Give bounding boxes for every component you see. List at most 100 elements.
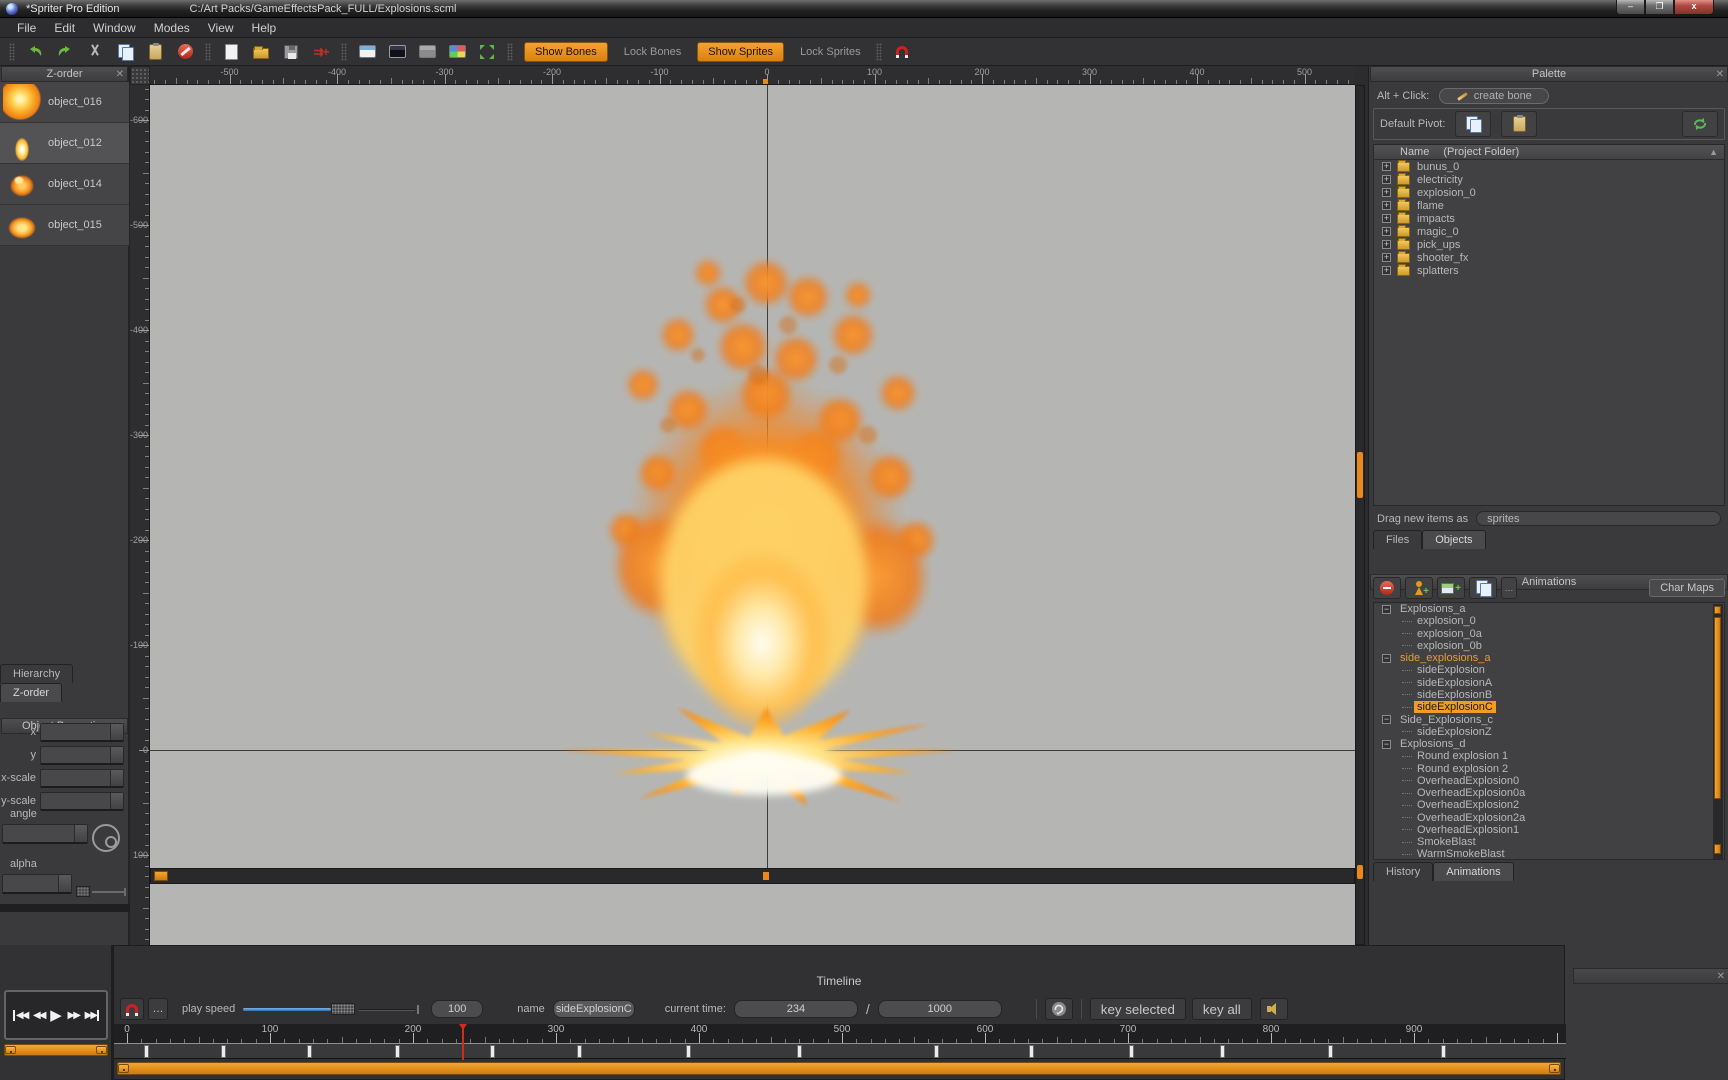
keyframe-marker[interactable] — [490, 1045, 495, 1058]
close-icon[interactable]: ✕ — [1717, 970, 1725, 983]
animation-item-SmokeBlast[interactable]: SmokeBlast — [1374, 836, 1724, 848]
canvas-horizontal-scrollbar[interactable] — [150, 868, 1355, 884]
total-time-field[interactable]: 1000 — [878, 1000, 1002, 1018]
lock-bones-button[interactable]: Lock Bones — [614, 46, 691, 58]
animation-item-Round explosion 1[interactable]: Round explosion 1 — [1374, 750, 1724, 762]
folder-row-pick_ups[interactable]: +pick_ups — [1374, 238, 1724, 251]
zorder-panel-header[interactable]: Z-order ✕ — [1, 66, 128, 82]
rewind-button[interactable]: ◀◀ — [33, 1010, 44, 1021]
delete-button[interactable] — [172, 41, 198, 63]
animations-scrollbar[interactable] — [1713, 604, 1723, 860]
current-time-field[interactable]: 234 — [734, 1000, 858, 1018]
skip-to-end-button[interactable]: ▶▶ — [85, 1010, 100, 1021]
playhead[interactable] — [462, 1024, 464, 1060]
animation-item-OverheadExplosion0a[interactable]: OverheadExplosion0a — [1374, 787, 1724, 799]
animation-group-Explosions_a[interactable]: −Explosions_a — [1374, 603, 1724, 615]
collapse-minus-icon[interactable]: − — [1382, 715, 1391, 724]
close-icon[interactable]: ✕ — [1716, 68, 1724, 81]
keyframe-marker[interactable] — [1129, 1045, 1134, 1058]
keyframe-marker[interactable] — [307, 1045, 312, 1058]
tab-animations[interactable]: Animations — [1433, 862, 1513, 881]
animation-item-OverheadExplosion1[interactable]: OverheadExplosion1 — [1374, 824, 1724, 836]
scrollbar-handle[interactable] — [1357, 452, 1363, 498]
toolbar-grip[interactable] — [876, 43, 882, 61]
toolbar-grip[interactable] — [507, 43, 513, 61]
keyframe-marker[interactable] — [1029, 1045, 1034, 1058]
animation-item-Round explosion 2[interactable]: Round explosion 2 — [1374, 762, 1724, 774]
tab-objects[interactable]: Objects — [1422, 530, 1485, 549]
keyframe-marker[interactable] — [1328, 1045, 1333, 1058]
animation-item-explosion_0a[interactable]: explosion_0a — [1374, 628, 1724, 640]
animation-group-side_explosions_a[interactable]: −side_explosions_a — [1374, 652, 1724, 664]
keyframe-marker[interactable] — [1220, 1045, 1225, 1058]
animation-item-OverheadExplosion2[interactable]: OverheadExplosion2 — [1374, 799, 1724, 811]
import-button[interactable]: ⇉+ — [308, 41, 334, 63]
play-speed-slider[interactable] — [243, 1002, 423, 1016]
save-button[interactable] — [278, 41, 304, 63]
delete-animation-button[interactable] — [1373, 577, 1401, 599]
tab-history[interactable]: History — [1373, 862, 1433, 881]
snapping-button[interactable] — [889, 41, 915, 63]
keyframe-marker[interactable] — [395, 1045, 400, 1058]
pivot-copy-button[interactable] — [1455, 111, 1491, 137]
x-input[interactable] — [40, 723, 124, 742]
animation-item-explosion_0b[interactable]: explosion_0b — [1374, 640, 1724, 652]
expand-plus-icon[interactable]: + — [1382, 266, 1391, 275]
animation-item-OverheadExplosion2a[interactable]: OverheadExplosion2a — [1374, 812, 1724, 824]
cut-button[interactable] — [82, 41, 108, 63]
close-button[interactable]: x — [1674, 0, 1714, 15]
expand-plus-icon[interactable]: + — [1382, 162, 1391, 171]
animation-item-OverheadExplosion0[interactable]: OverheadExplosion0 — [1374, 775, 1724, 787]
sound-button[interactable] — [1260, 998, 1288, 1020]
toolbar-grip[interactable] — [9, 43, 15, 61]
layout-4-button[interactable] — [444, 41, 470, 63]
toolbar-grip[interactable] — [205, 43, 211, 61]
collapse-minus-icon[interactable]: − — [1382, 605, 1391, 614]
key-all-button[interactable]: key all — [1192, 998, 1252, 1020]
new-file-button[interactable] — [218, 41, 244, 63]
tab-files[interactable]: Files — [1373, 530, 1422, 549]
menu-window[interactable]: Window — [84, 19, 145, 37]
animation-item-sideExplosionB[interactable]: sideExplosionB — [1374, 689, 1724, 701]
angle-input[interactable] — [2, 824, 88, 844]
expand-plus-icon[interactable]: + — [1382, 188, 1391, 197]
timeline-scrollbar[interactable] — [117, 1062, 1561, 1075]
scrollbar-corner[interactable] — [1357, 865, 1363, 879]
drag-items-select[interactable]: sprites — [1476, 511, 1721, 526]
animation-group-Side_Explosions_c[interactable]: −Side_Explosions_c — [1374, 713, 1724, 725]
menu-file[interactable]: File — [8, 19, 45, 37]
scrollbar-button[interactable] — [1714, 844, 1721, 854]
animation-item-sideExplosionC[interactable]: sideExplosionC — [1374, 701, 1724, 713]
collapse-minus-icon[interactable]: − — [1382, 654, 1391, 663]
fast-forward-button[interactable]: ▶▶ — [68, 1010, 79, 1021]
collapsed-panel-header[interactable]: ✕ — [1573, 968, 1728, 984]
keyframe-marker[interactable] — [686, 1045, 691, 1058]
create-bone-button[interactable]: create bone — [1439, 88, 1549, 104]
show-sprites-button[interactable]: Show Sprites — [697, 42, 784, 62]
zorder-row[interactable]: object_015 — [0, 205, 129, 246]
y-input[interactable] — [40, 746, 124, 765]
chevron-up-icon[interactable]: ▲ — [1709, 147, 1718, 157]
scene-canvas[interactable] — [150, 85, 1355, 945]
folder-row-splatters[interactable]: +splatters — [1374, 264, 1724, 277]
zorder-row[interactable]: object_012 — [0, 123, 129, 164]
animation-item-sideExplosionA[interactable]: sideExplosionA — [1374, 677, 1724, 689]
expand-plus-icon[interactable]: + — [1382, 240, 1391, 249]
title-bar[interactable]: *Spriter Pro Edition C:/Art Packs/GameEf… — [0, 0, 1728, 18]
menu-view[interactable]: View — [199, 19, 243, 37]
keyframe-marker[interactable] — [144, 1045, 149, 1058]
animation-item-explosion_0[interactable]: explosion_0 — [1374, 615, 1724, 627]
keyframe-marker[interactable] — [1441, 1045, 1446, 1058]
close-icon[interactable]: ✕ — [116, 68, 124, 81]
animation-item-sideExplosionZ[interactable]: sideExplosionZ — [1374, 726, 1724, 738]
animation-item-WarmSmokeBlast[interactable]: WarmSmokeBlast — [1374, 848, 1724, 860]
tree-header[interactable]: Name (Project Folder) ▲ — [1374, 145, 1724, 160]
expand-plus-icon[interactable]: + — [1382, 214, 1391, 223]
folder-row-shooter_fx[interactable]: +shooter_fx — [1374, 251, 1724, 264]
folder-row-electricity[interactable]: +electricity — [1374, 173, 1724, 186]
tab-hierarchy[interactable]: Hierarchy — [0, 664, 73, 683]
play-button[interactable]: ▶ — [50, 1006, 62, 1024]
zorder-row[interactable]: object_014 — [0, 164, 129, 205]
menu-help[interactable]: Help — [243, 19, 286, 37]
keyframe-marker[interactable] — [797, 1045, 802, 1058]
